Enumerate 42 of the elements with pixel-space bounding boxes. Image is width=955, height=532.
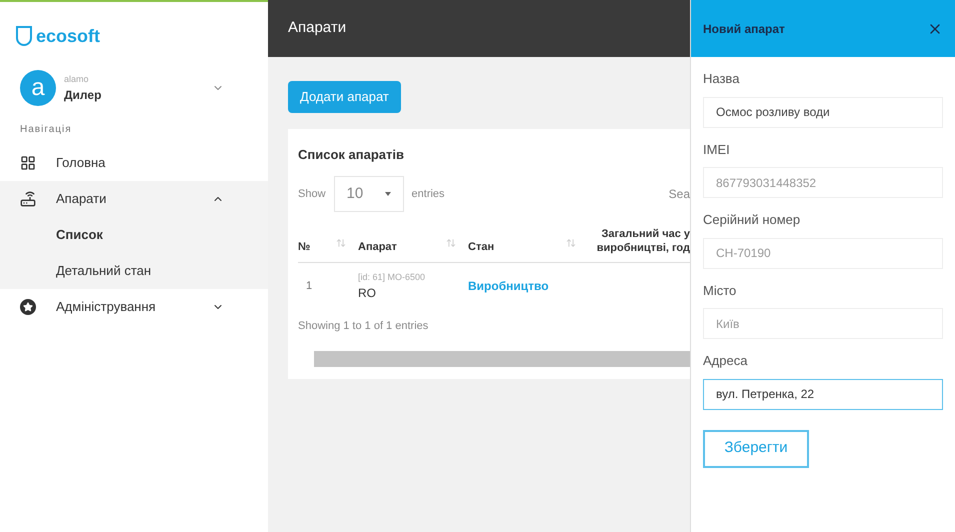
nav-subitem[interactable]: Детальний стан <box>0 253 268 289</box>
field-label: IMEI <box>703 140 731 158</box>
card-title: Список апаратів <box>298 146 405 164</box>
show-label: Show <box>298 186 326 202</box>
caret-icon <box>384 192 391 196</box>
search-label: Sea <box>668 186 690 203</box>
user-role: Дилер <box>64 86 102 103</box>
table-cell-text: 1 <box>305 279 314 294</box>
input-field[interactable]: Осмос розливу води <box>703 96 943 128</box>
sort-icon[interactable] <box>446 238 456 248</box>
field-label: Адреса <box>703 352 748 370</box>
input-field[interactable]: Київ <box>703 308 943 339</box>
panel-title: Новий апарат <box>703 20 785 38</box>
nav-item[interactable]: Апарати <box>0 181 268 217</box>
page-header: Апарати <box>268 0 690 57</box>
nav-heading: Навігація <box>19 123 73 137</box>
device-id: [id: 61] MO-6500 <box>358 270 426 284</box>
nav-item[interactable]: Головна <box>0 145 268 181</box>
router-icon <box>20 191 36 207</box>
column-header[interactable]: Апарат <box>358 239 397 256</box>
grid-icon <box>20 155 36 171</box>
table-footer: Showing 1 to 1 of 1 entries <box>298 318 690 334</box>
input-field[interactable]: CH-70190 <box>703 238 943 268</box>
user-name: alamo <box>64 73 90 86</box>
device-name: RO <box>358 285 377 302</box>
nav-item[interactable]: Адміністрування <box>0 289 268 325</box>
input-field[interactable]: 867793031448352 <box>703 167 943 198</box>
scrollbar[interactable] <box>314 350 690 366</box>
nav-subitem[interactable]: Список <box>0 217 268 253</box>
column-header[interactable]: № <box>298 239 310 256</box>
sort-icon[interactable] <box>566 238 576 248</box>
column-header[interactable]: Стан <box>468 239 494 256</box>
sort-icon[interactable] <box>336 238 346 248</box>
column-header[interactable]: Загальний час у виробництві, год <box>594 228 690 256</box>
entries-label: entries <box>412 186 446 202</box>
user-avatar: a <box>20 70 56 106</box>
field-label: Серійний номер <box>703 211 802 229</box>
logo: ecosoft <box>36 25 100 48</box>
page-size-select[interactable]: 10 <box>334 176 404 212</box>
field-label: Місто <box>703 282 738 300</box>
field-label: Назва <box>703 70 740 88</box>
input-field[interactable]: вул. Петренка, 22 <box>703 378 943 410</box>
